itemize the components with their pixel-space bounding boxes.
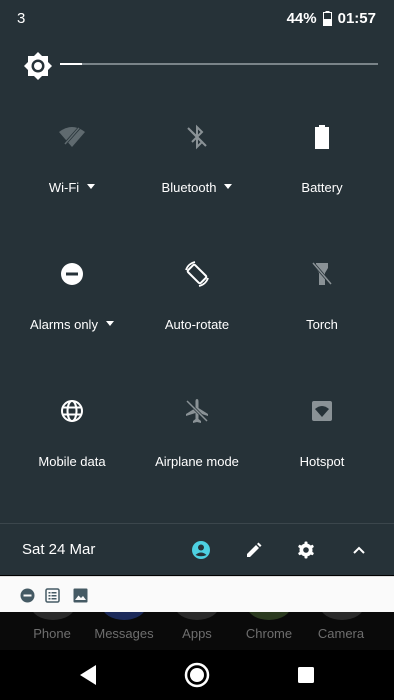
settings-icon[interactable] (295, 539, 317, 561)
tile-label: Auto-rotate (164, 317, 230, 332)
status-right: 44% 01:57 (287, 10, 376, 27)
messages-app-icon (102, 612, 146, 620)
tile-mobile-data[interactable]: Mobile data (10, 379, 134, 499)
recents-icon[interactable] (292, 661, 320, 689)
tile-label: Mobile data (38, 454, 106, 469)
tile-bluetooth[interactable]: Bluetooth (135, 105, 259, 225)
navigation-bar (0, 650, 394, 700)
tile-label: Alarms only (30, 317, 98, 332)
tile-label: Bluetooth (161, 180, 217, 195)
tile-label: Hotspot (299, 454, 345, 469)
auto-rotate-icon (183, 260, 211, 288)
notification-count: 3 (17, 10, 26, 27)
bluetooth-off-icon (183, 123, 211, 151)
quick-settings-footer: Sat 24 Mar (0, 524, 394, 575)
tile-label: Torch (306, 317, 338, 332)
date-label: Sat 24 Mar (22, 541, 96, 558)
tile-battery[interactable]: Battery (260, 105, 384, 225)
chevron-up-icon[interactable] (348, 539, 370, 561)
battery-icon (308, 123, 336, 151)
dock-app-label[interactable]: Chrome (229, 626, 309, 641)
tile-airplane-mode[interactable]: Airplane mode (135, 379, 259, 499)
home-icon[interactable] (183, 661, 211, 689)
wifi-off-icon (58, 123, 86, 151)
dock-app-label[interactable]: Phone (12, 626, 92, 641)
dropdown-caret-icon[interactable] (87, 184, 96, 190)
brightness-icon (22, 50, 54, 82)
brightness-level (60, 63, 83, 65)
brightness-track[interactable] (60, 63, 378, 65)
dropdown-caret-icon[interactable] (105, 321, 114, 327)
apps-app-icon (175, 612, 219, 620)
dock-app-label[interactable]: Camera (301, 626, 381, 641)
tile-wifi[interactable]: Wi-Fi (10, 105, 134, 225)
home-dock: Phone Messages Apps Chrome Camera (0, 612, 394, 650)
brightness-slider[interactable] (22, 48, 378, 82)
edit-icon[interactable] (243, 539, 265, 561)
tile-torch[interactable]: Torch (260, 242, 384, 362)
battery-percent: 44% (286, 10, 317, 27)
status-bar: 3 44% 01:57 (0, 0, 394, 36)
tile-hotspot[interactable]: Hotspot (260, 379, 384, 499)
clock: 01:57 (337, 10, 376, 27)
tile-label: Battery (301, 180, 343, 195)
dock-app-label[interactable]: Apps (157, 626, 237, 641)
chrome-app-icon (247, 612, 291, 620)
user-icon[interactable] (190, 539, 212, 561)
battery-status-icon (322, 11, 332, 26)
list-icon (44, 587, 60, 603)
dropdown-caret-icon[interactable] (224, 184, 233, 190)
tile-label: Wi-Fi (48, 180, 80, 195)
dock-app-label[interactable]: Messages (84, 626, 164, 641)
phone-app-icon (31, 612, 75, 620)
image-icon (72, 587, 88, 603)
tile-alarms-only[interactable]: Alarms only (10, 242, 134, 362)
globe-icon (58, 397, 86, 425)
airplane-icon (183, 397, 211, 425)
hotspot-icon (308, 397, 336, 425)
tile-label: Airplane mode (155, 454, 239, 469)
back-icon[interactable] (74, 661, 102, 689)
do-not-disturb-icon (19, 587, 35, 603)
do-not-disturb-icon (58, 260, 86, 288)
tile-auto-rotate[interactable]: Auto-rotate (135, 242, 259, 362)
torch-off-icon (308, 260, 336, 288)
camera-app-icon (320, 612, 364, 620)
notification-bar[interactable] (0, 576, 394, 612)
